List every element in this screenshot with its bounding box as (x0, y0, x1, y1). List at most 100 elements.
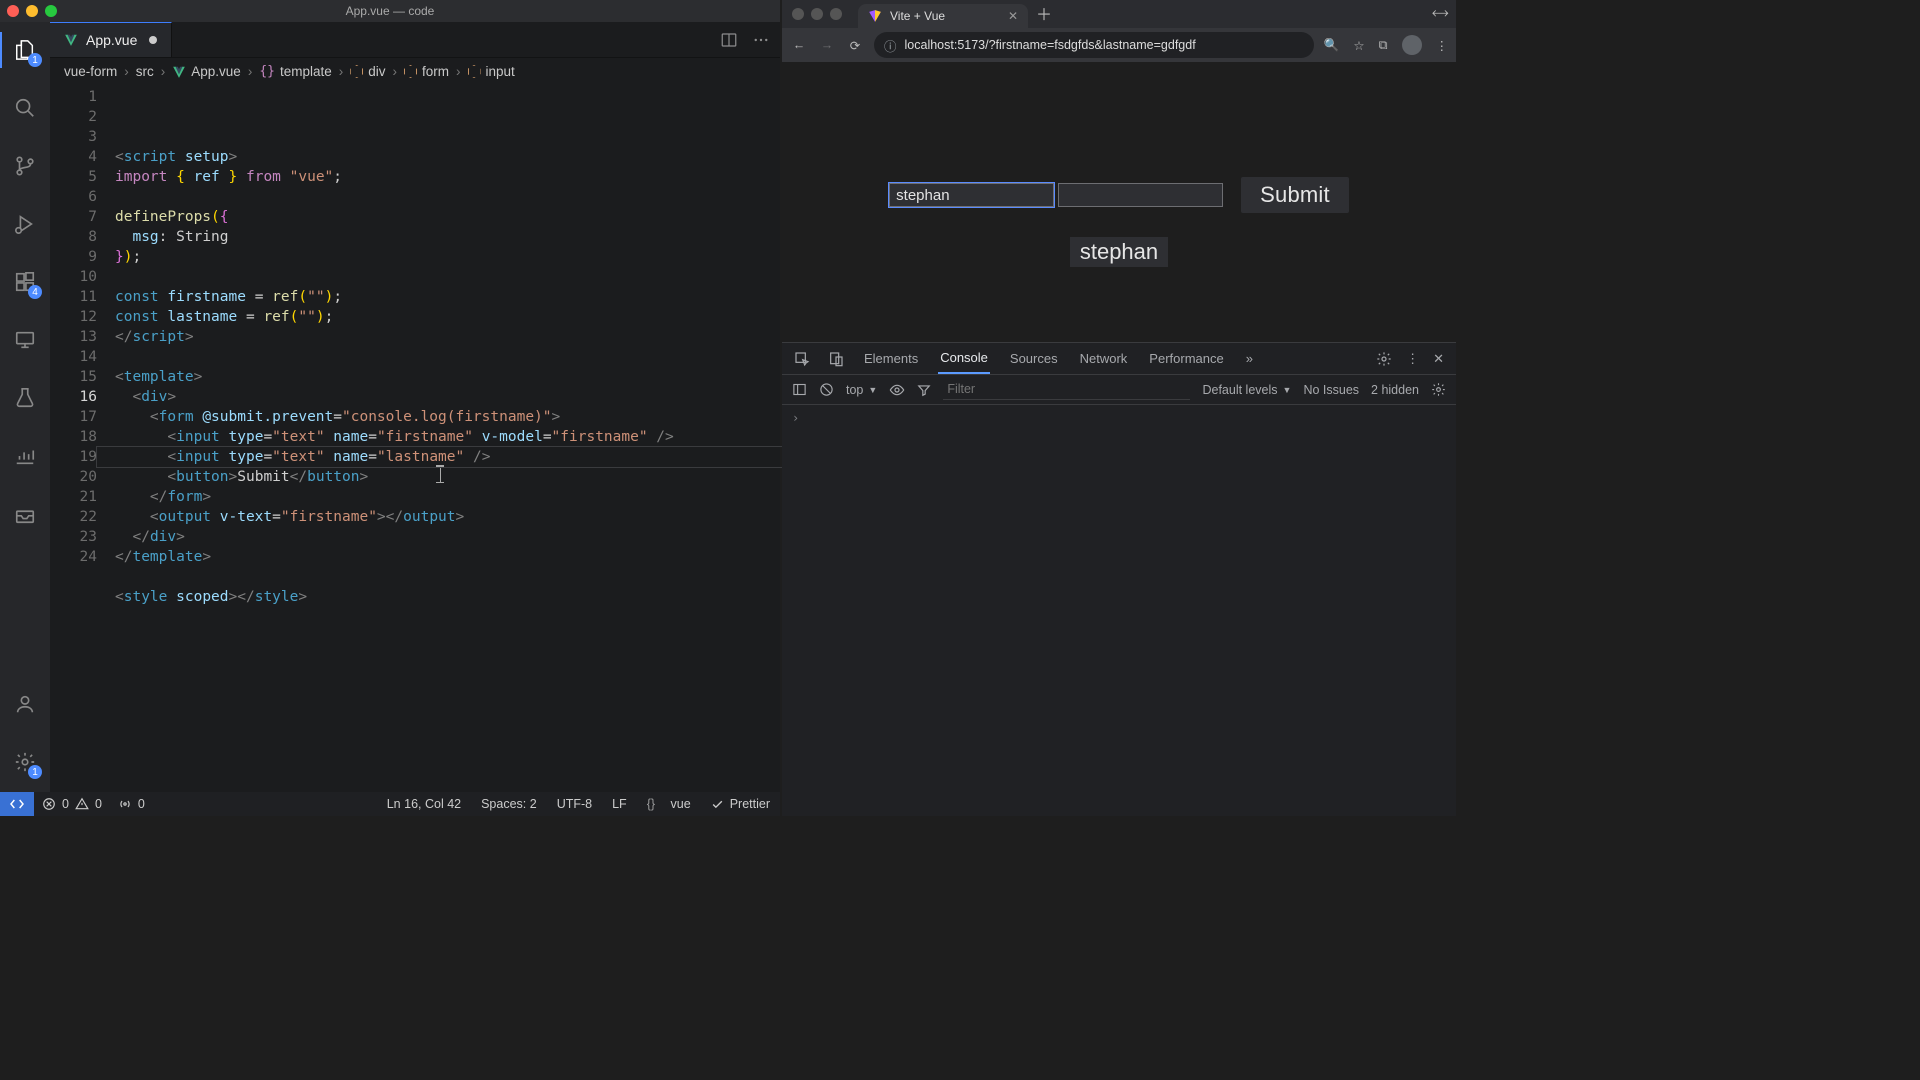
remote-indicator[interactable] (0, 792, 34, 816)
devtools-tab-more[interactable]: » (1244, 344, 1255, 373)
console-toolbar: top▼ Default levels▼ No Issues 2 hidden (782, 375, 1456, 405)
activity-search[interactable] (0, 90, 50, 126)
breadcrumb-item[interactable]: input (468, 64, 515, 79)
tab-close-button[interactable]: ✕ (1008, 9, 1018, 23)
status-formatter[interactable]: Prettier (701, 797, 780, 811)
devtools-menu-button[interactable]: ⋮ (1406, 351, 1419, 367)
console-output[interactable]: › (782, 405, 1456, 816)
symbol-icon (404, 65, 417, 78)
profile-avatar[interactable] (1402, 35, 1422, 55)
nav-back-button[interactable]: ← (790, 38, 808, 52)
activity-extensions[interactable]: 4 (0, 264, 50, 300)
breadcrumb-item[interactable]: App.vue (172, 64, 241, 79)
activity-dashboard[interactable] (0, 438, 50, 474)
site-info-icon[interactable]: ⓘ (884, 36, 897, 55)
more-actions-button[interactable] (752, 31, 770, 49)
editor-tab[interactable]: App.vue (50, 22, 172, 57)
devtools-tabs: Elements Console Sources Network Perform… (782, 343, 1456, 375)
search-icon (14, 97, 36, 119)
submit-button[interactable]: Submit (1241, 177, 1349, 213)
tab-filename: App.vue (86, 32, 137, 48)
firstname-input[interactable] (889, 183, 1054, 207)
devtools-tab-network[interactable]: Network (1078, 344, 1130, 373)
status-eol[interactable]: LF (602, 797, 637, 811)
activity-explorer[interactable]: 1 (0, 32, 50, 68)
expand-icon[interactable]: ⤢ (1429, 3, 1451, 25)
devtools-tab-performance[interactable]: Performance (1147, 344, 1225, 373)
devtools-settings-button[interactable] (1376, 351, 1392, 367)
broadcast-icon (118, 797, 132, 811)
chevron-right-icon: › (161, 64, 166, 79)
code-content[interactable]: <script setup>import { ref } from "vue";… (115, 87, 674, 792)
vite-icon (868, 9, 882, 23)
status-encoding[interactable]: UTF-8 (547, 797, 602, 811)
zoom-icon[interactable]: 🔍 (1324, 38, 1340, 53)
console-clear-button[interactable] (819, 382, 834, 397)
breadcrumb-item[interactable]: src (136, 64, 154, 79)
nav-forward-button[interactable]: → (818, 38, 836, 52)
macos-titlebar: App.vue — code (0, 0, 780, 22)
check-icon (711, 798, 724, 811)
browser-tab[interactable]: Vite + Vue ✕ (858, 4, 1028, 28)
devtools-tab-sources[interactable]: Sources (1008, 344, 1060, 373)
device-toolbar-button[interactable] (828, 351, 844, 367)
activity-remote-explorer[interactable] (0, 322, 50, 358)
code-editor[interactable]: 123456789101112131415161718192021222324 … (50, 85, 780, 792)
breadcrumb-item[interactable]: form (404, 64, 449, 79)
vue-icon (172, 65, 186, 79)
log-levels-selector[interactable]: Default levels▼ (1202, 383, 1291, 397)
hidden-count[interactable]: 2 hidden (1371, 383, 1419, 397)
status-language[interactable]: {} vue (637, 797, 701, 811)
devtools-tab-elements[interactable]: Elements (862, 344, 920, 373)
new-tab-button[interactable]: ＋ (1036, 1, 1052, 27)
browser-toolbar: ← → ⟳ ⓘ localhost:5173/?firstname=fsdgfd… (782, 28, 1456, 62)
gutter: 123456789101112131415161718192021222324 (50, 87, 115, 792)
window-zoom-button[interactable] (45, 5, 57, 17)
console-context-selector[interactable]: top▼ (846, 383, 877, 397)
activity-debug[interactable] (0, 206, 50, 242)
nav-reload-button[interactable]: ⟳ (846, 38, 864, 53)
console-filter-input[interactable] (943, 380, 1190, 400)
status-ports[interactable]: 0 (110, 797, 153, 811)
breadcrumb-item[interactable]: vue-form (64, 64, 117, 79)
address-bar[interactable]: ⓘ localhost:5173/?firstname=fsdgfds&last… (874, 32, 1314, 58)
activity-inbox[interactable] (0, 496, 50, 532)
window-minimize-button[interactable] (811, 8, 823, 20)
settings-badge: 1 (28, 765, 42, 779)
split-editor-button[interactable] (720, 31, 738, 49)
symbol-icon (350, 65, 363, 78)
devtools-tab-console[interactable]: Console (938, 343, 990, 374)
activity-account[interactable] (0, 686, 50, 722)
activity-testing[interactable] (0, 380, 50, 416)
breadcrumb-item[interactable]: {}template (259, 64, 331, 79)
activity-settings[interactable]: 1 (0, 744, 50, 780)
chrome-menu-button[interactable]: ⋮ (1436, 38, 1449, 53)
error-icon (42, 797, 56, 811)
inspect-element-button[interactable] (794, 351, 810, 367)
bookmark-button[interactable]: ☆ (1353, 38, 1364, 53)
extensions-button[interactable]: ⧉ (1379, 38, 1388, 53)
lastname-input[interactable] (1058, 183, 1223, 207)
branch-icon (14, 155, 36, 177)
status-indent[interactable]: Spaces: 2 (471, 797, 547, 811)
status-cursor[interactable]: Ln 16, Col 42 (377, 797, 471, 811)
webpage-viewport: Submit stephan (782, 62, 1456, 342)
flask-icon (14, 387, 36, 409)
window-zoom-button[interactable] (830, 8, 842, 20)
console-settings-button[interactable] (1431, 382, 1446, 397)
issues-indicator[interactable]: No Issues (1303, 383, 1359, 397)
breadcrumbs[interactable]: vue-form › src › App.vue › {}template › … (50, 58, 780, 85)
console-sidebar-toggle[interactable] (792, 382, 807, 397)
breadcrumb-item[interactable]: div (350, 64, 385, 79)
warning-icon (75, 797, 89, 811)
live-expression-button[interactable] (889, 382, 905, 398)
window-minimize-button[interactable] (26, 5, 38, 17)
status-problems[interactable]: 0 0 (34, 797, 110, 811)
window-close-button[interactable] (7, 5, 19, 17)
output-text: stephan (1070, 237, 1168, 267)
window-close-button[interactable] (792, 8, 804, 20)
debug-icon (14, 213, 36, 235)
devtools-close-button[interactable]: ✕ (1433, 351, 1444, 367)
activity-scm[interactable] (0, 148, 50, 184)
tab-title: Vite + Vue (890, 9, 945, 23)
